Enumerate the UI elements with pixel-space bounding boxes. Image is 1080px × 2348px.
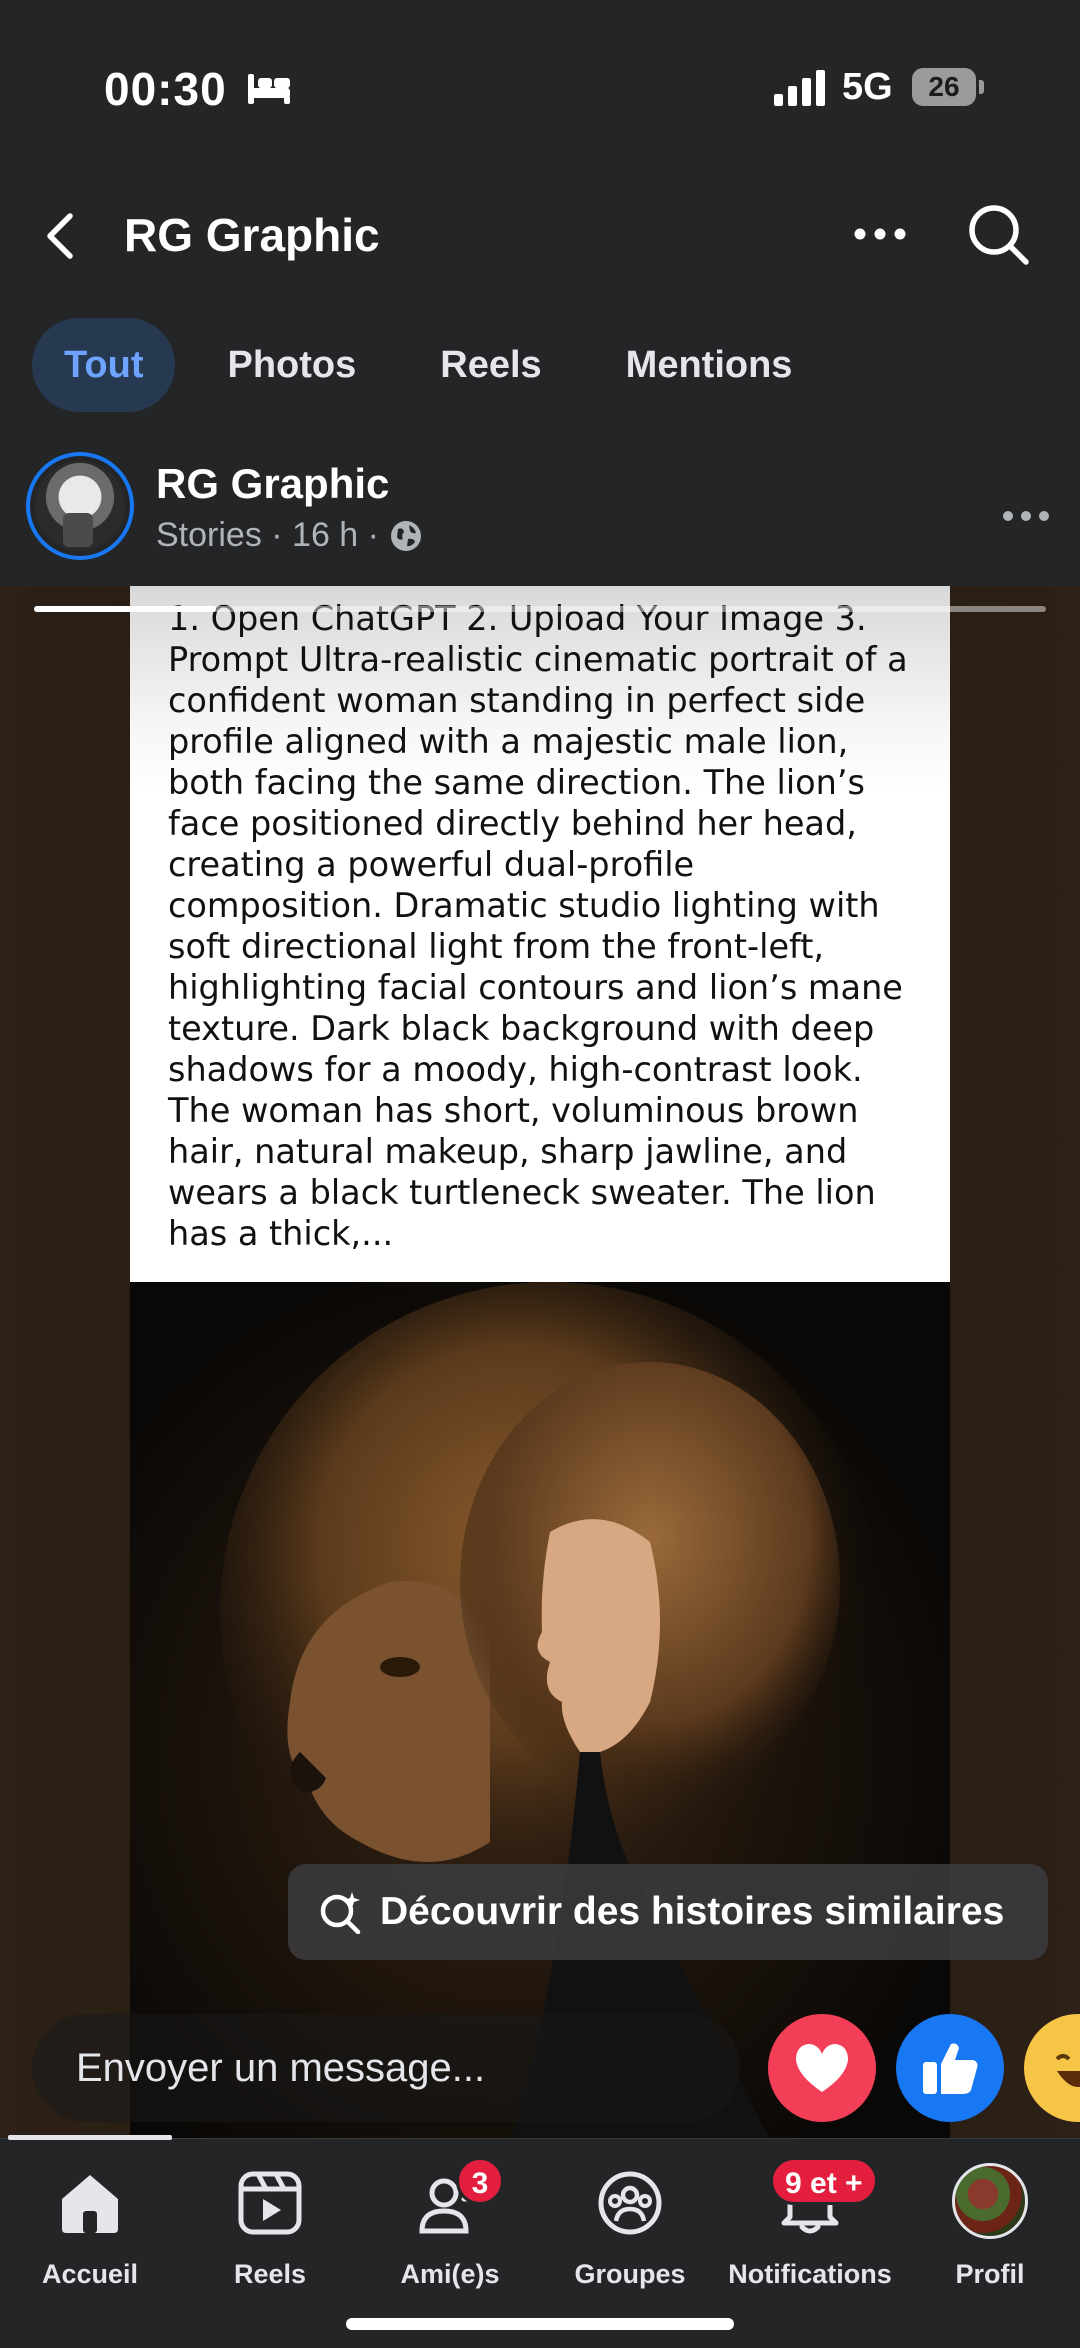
bottom-navigation: Accueil Reels 3 Ami(e)s Groupes 9 et + N… — [0, 2135, 1080, 2348]
haha-reaction-button[interactable] — [1024, 2014, 1080, 2122]
lion-woman-portrait — [220, 1282, 880, 2140]
sleep-focus-icon — [248, 74, 290, 104]
globe-icon — [390, 520, 421, 551]
notifications-badge: 9 et + — [770, 2157, 878, 2205]
discover-similar-stories-button[interactable]: Découvrir des histoires similaires — [288, 1864, 1048, 1960]
nav-label: Notifications — [728, 2259, 892, 2289]
active-tab-indicator — [8, 2135, 172, 2140]
cellular-signal-icon — [774, 70, 825, 106]
story-caption: 1. Open ChatGPT 2. Upload Your Image 3. … — [168, 599, 908, 1253]
nav-label: Reels — [233, 2259, 307, 2289]
filter-tabs: Tout Photos Reels Mentions — [32, 318, 824, 412]
discover-label: Découvrir des histoires similaires — [380, 1890, 1005, 1933]
back-arrow-icon[interactable] — [40, 208, 84, 264]
home-icon — [62, 2175, 118, 2233]
tab-photos[interactable]: Photos — [195, 318, 388, 412]
thumbs-up-icon — [923, 2043, 978, 2094]
groups-icon — [598, 2171, 662, 2235]
avatar-image — [35, 461, 125, 551]
status-bar: 00:30 5G 26 — [0, 0, 1080, 150]
tab-reels[interactable]: Reels — [408, 318, 573, 412]
battery-icon: 26 — [912, 68, 984, 106]
nav-label: Ami(e)s — [400, 2259, 500, 2289]
story-progress-bar — [34, 606, 1046, 612]
profile-avatar — [952, 2163, 1028, 2239]
home-indicator — [346, 2318, 734, 2330]
story-viewer[interactable]: 1. Open ChatGPT 2. Upload Your Image 3. … — [0, 586, 1080, 2140]
heart-icon — [796, 2044, 848, 2092]
story-header: RG Graphic Stories · 16 h · — [0, 448, 1080, 588]
author-name[interactable]: RG Graphic — [156, 460, 389, 508]
story-photo — [130, 1282, 950, 2140]
more-options-icon[interactable] — [852, 216, 908, 252]
nav-label: Accueil — [41, 2259, 139, 2289]
nav-accueil[interactable]: Accueil — [0, 2163, 180, 2293]
laughing-face-icon — [1055, 2054, 1080, 2087]
nav-groupes[interactable]: Groupes — [540, 2163, 720, 2293]
story-caption-block: 1. Open ChatGPT 2. Upload Your Image 3. … — [130, 586, 950, 1282]
message-input[interactable]: Envoyer un message... — [32, 2014, 740, 2122]
nav-label: Groupes — [574, 2259, 686, 2289]
love-reaction-button[interactable] — [768, 2014, 876, 2122]
nav-notifications[interactable]: 9 et + Notifications — [720, 2157, 900, 2293]
story-more-icon[interactable] — [1000, 504, 1052, 528]
story-progress-fill — [34, 606, 217, 612]
battery-level: 26 — [928, 71, 960, 102]
nav-profil[interactable]: Profil — [900, 2163, 1080, 2293]
page-header: RG Graphic — [0, 180, 1080, 290]
status-time: 00:30 — [104, 63, 227, 115]
post-meta: Stories · 16 h · — [156, 516, 423, 555]
post-meta-text: Stories · 16 h · — [156, 516, 379, 554]
tab-tout[interactable]: Tout — [32, 318, 176, 412]
nav-label: Profil — [955, 2259, 1025, 2289]
author-avatar[interactable] — [26, 452, 134, 560]
search-icon[interactable] — [966, 202, 1030, 266]
friends-badge: 3 — [456, 2157, 504, 2205]
reels-icon — [238, 2171, 302, 2235]
sparkle-search-icon — [320, 1892, 361, 1934]
tab-mentions[interactable]: Mentions — [594, 318, 825, 412]
nav-amis[interactable]: 3 Ami(e)s — [360, 2157, 540, 2293]
page-title: RG Graphic — [124, 209, 380, 261]
nav-reels[interactable]: Reels — [180, 2163, 360, 2293]
like-reaction-button[interactable] — [896, 2014, 1004, 2122]
network-type: 5G — [842, 66, 893, 108]
